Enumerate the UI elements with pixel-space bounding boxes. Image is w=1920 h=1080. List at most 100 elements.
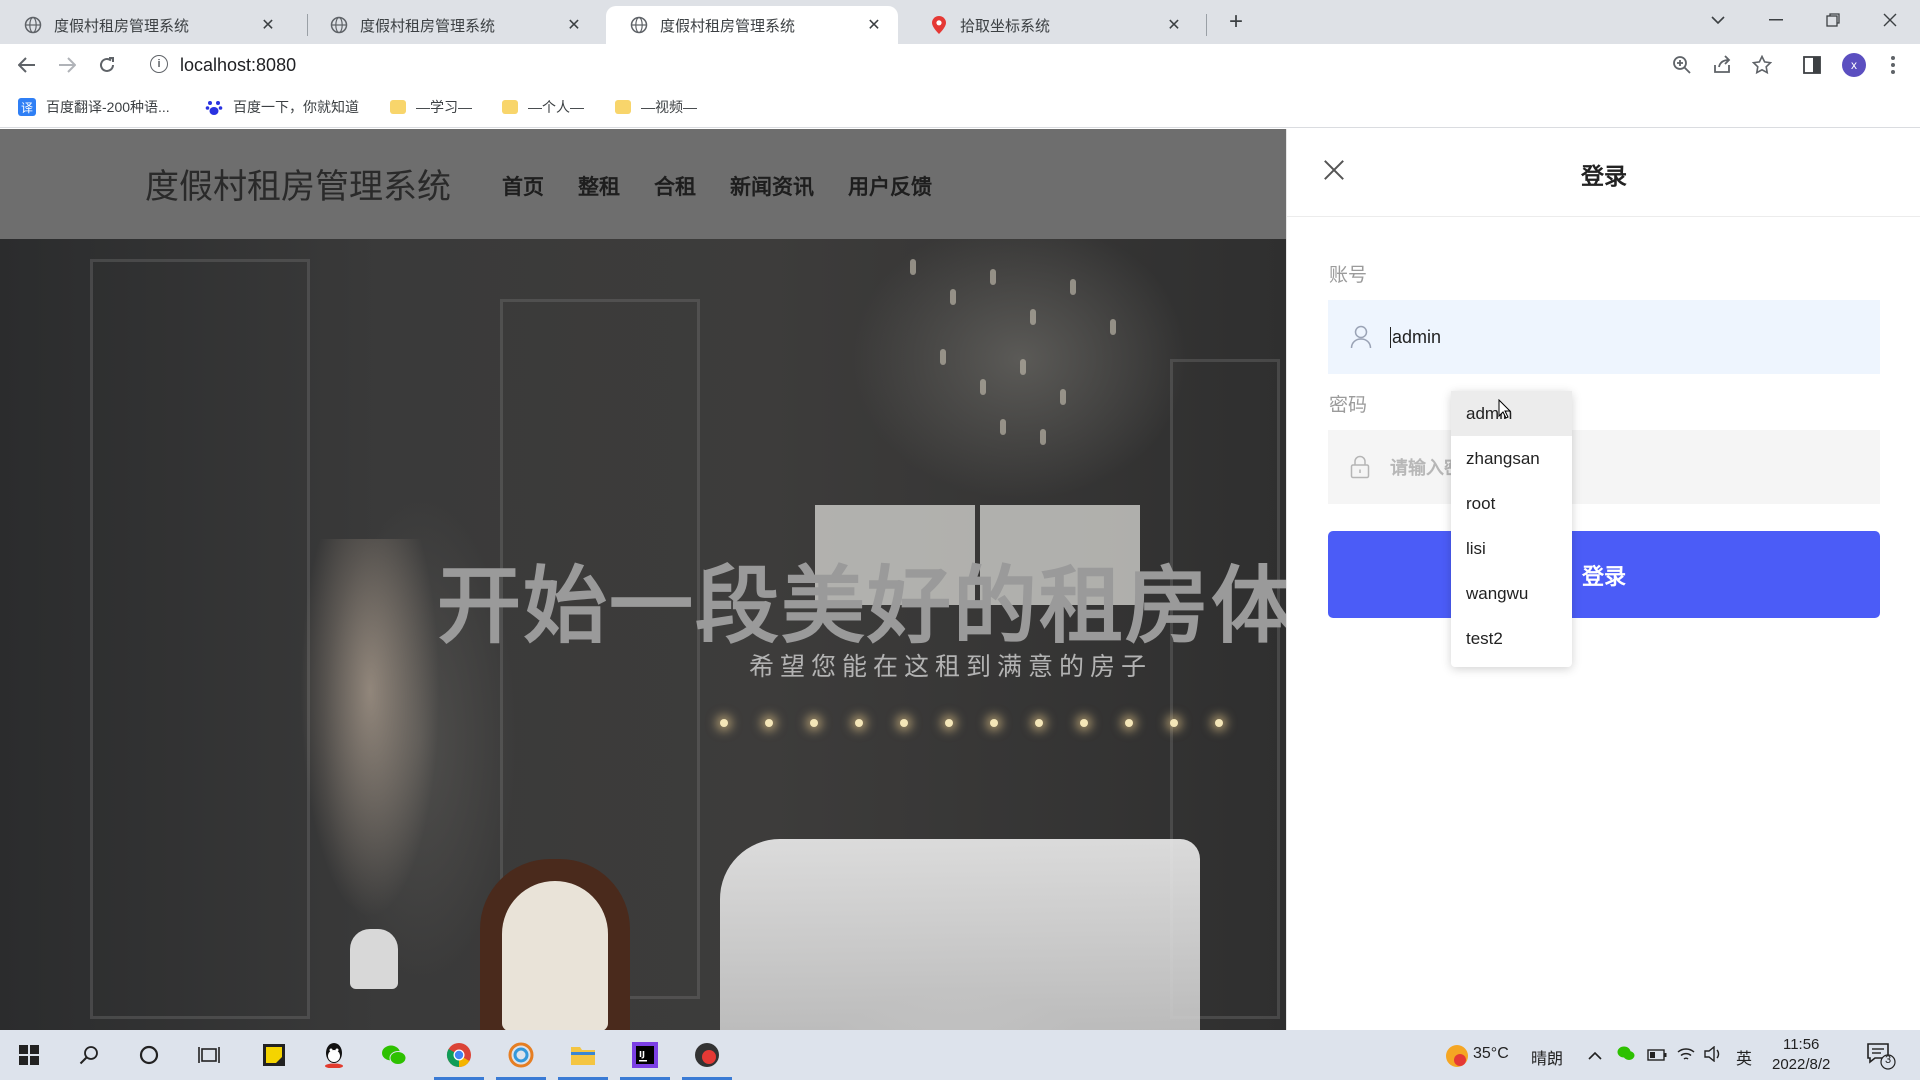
- weather-temp[interactable]: 35°C: [1473, 1045, 1509, 1063]
- folder-icon: [615, 100, 631, 114]
- system-clock[interactable]: 11:56 2022/8/2: [1772, 1035, 1830, 1075]
- tab-title: 度假村租房管理系统: [54, 17, 190, 35]
- mouse-cursor-icon: [1498, 398, 1512, 419]
- ime-indicator[interactable]: 英: [1736, 1045, 1752, 1069]
- task-view-icon[interactable]: [180, 1030, 238, 1080]
- password-input[interactable]: 请输入密: [1328, 430, 1880, 504]
- file-explorer-icon[interactable]: [554, 1030, 612, 1080]
- autocomplete-option[interactable]: test2: [1451, 616, 1572, 661]
- bookmark-label: —视频—: [641, 99, 697, 115]
- chevron-up-icon[interactable]: [1588, 1047, 1602, 1065]
- nav-home[interactable]: 首页: [502, 171, 544, 201]
- qq-icon[interactable]: [305, 1030, 363, 1080]
- search-icon[interactable]: [60, 1030, 118, 1080]
- clock-date: 2022/8/2: [1772, 1056, 1831, 1073]
- zoom-icon[interactable]: [1669, 52, 1695, 78]
- nav-shared-rent[interactable]: 合租: [654, 171, 696, 201]
- bookmark-folder-video[interactable]: —视频—: [615, 96, 697, 118]
- decor-sofa: [720, 839, 1200, 1030]
- user-icon: [1350, 325, 1372, 349]
- sticky-notes-icon[interactable]: [245, 1030, 303, 1080]
- autocomplete-option[interactable]: lisi: [1451, 526, 1572, 571]
- page-viewport: 度假村租房管理系统 首页 整租 合租 新闻资讯 用户反馈 开始一段美好的租房体 …: [0, 129, 1920, 1030]
- weather-text[interactable]: 晴朗: [1531, 1045, 1563, 1069]
- browser-tab-4[interactable]: 拾取坐标系统 ✕: [906, 6, 1198, 44]
- reload-button[interactable]: [92, 50, 122, 80]
- browser-tab-1[interactable]: 度假村租房管理系统 ✕: [0, 6, 292, 44]
- cortana-icon[interactable]: [120, 1030, 178, 1080]
- autocomplete-option[interactable]: wangwu: [1451, 571, 1572, 616]
- volume-icon[interactable]: [1704, 1045, 1722, 1067]
- address-bar[interactable]: i localhost:8080: [140, 47, 1680, 83]
- bookmark-label: —个人—: [528, 99, 584, 115]
- browser-toolbar: i localhost:8080 x: [0, 44, 1920, 86]
- profile-avatar[interactable]: x: [1842, 53, 1866, 77]
- chrome-icon[interactable]: [430, 1030, 488, 1080]
- decor-chair: [480, 859, 630, 1030]
- close-icon[interactable]: ✕: [564, 15, 584, 35]
- new-tab-button[interactable]: +: [1222, 8, 1250, 36]
- browser-app-icon[interactable]: [492, 1030, 550, 1080]
- nav-news[interactable]: 新闻资讯: [730, 171, 814, 201]
- globe-icon: [330, 16, 348, 34]
- forward-button[interactable]: [52, 50, 82, 80]
- browser-tab-2[interactable]: 度假村租房管理系统 ✕: [306, 6, 598, 44]
- reload-icon: [100, 57, 114, 72]
- browser-tab-3-active[interactable]: 度假村租房管理系统 ✕: [606, 6, 898, 44]
- tab-search-chevron-icon[interactable]: [1690, 0, 1746, 40]
- decor-lamp: [350, 929, 398, 989]
- wifi-icon[interactable]: [1677, 1046, 1695, 1067]
- weather-icon[interactable]: [1444, 1043, 1470, 1074]
- restore-button[interactable]: [1805, 0, 1861, 40]
- lock-icon: [1350, 455, 1372, 479]
- screen-recorder-icon[interactable]: [678, 1030, 736, 1080]
- nav-whole-rent[interactable]: 整租: [578, 171, 620, 201]
- more-menu-icon[interactable]: [1880, 52, 1906, 78]
- main-nav: 首页 整租 合租 新闻资讯 用户反馈: [502, 171, 932, 201]
- tab-title: 拾取坐标系统: [960, 17, 1051, 35]
- login-button[interactable]: 登录: [1328, 531, 1880, 618]
- nav-feedback[interactable]: 用户反馈: [848, 171, 932, 201]
- autocomplete-option[interactable]: root: [1451, 481, 1572, 526]
- bookmark-star-icon[interactable]: [1749, 52, 1775, 78]
- autocomplete-dropdown: admin zhangsan root lisi wangwu test2: [1451, 391, 1572, 667]
- bookmarks-bar: 译 百度翻译-200种语... 百度一下，你就知道 —学习— —个人— —视频—: [0, 86, 1920, 128]
- window-close-button[interactable]: [1862, 0, 1918, 40]
- bookmark-folder-personal[interactable]: —个人—: [502, 96, 584, 118]
- intellij-icon[interactable]: IJ: [616, 1030, 674, 1080]
- share-icon[interactable]: [1709, 52, 1735, 78]
- hero-subtitle: 希望您能在这租到满意的房子: [749, 653, 1153, 681]
- url-text: localhost:8080: [180, 54, 297, 75]
- site-logo[interactable]: 度假村租房管理系统: [145, 159, 451, 208]
- wechat-icon[interactable]: [365, 1030, 423, 1080]
- side-panel-icon[interactable]: [1799, 52, 1825, 78]
- battery-icon[interactable]: [1647, 1048, 1667, 1066]
- string-lights: [720, 719, 1240, 727]
- globe-icon: [24, 16, 42, 34]
- folder-icon: [390, 100, 406, 114]
- baidu-paw-icon: [205, 98, 223, 116]
- wechat-tray-icon[interactable]: [1617, 1045, 1635, 1066]
- back-button[interactable]: [12, 50, 42, 80]
- translate-icon: 译: [18, 98, 36, 116]
- bookmark-folder-study[interactable]: —学习—: [390, 96, 472, 118]
- bookmark-baidu[interactable]: 百度一下，你就知道: [205, 96, 359, 118]
- minimize-button[interactable]: [1748, 0, 1804, 40]
- bookmark-label: 百度翻译-200种语...: [46, 99, 170, 115]
- account-input[interactable]: admin: [1328, 300, 1880, 374]
- close-icon[interactable]: ✕: [1164, 15, 1184, 35]
- hero-banner: 开始一段美好的租房体 希望您能在这租到满意的房子: [0, 239, 1286, 1030]
- map-pin-icon: [930, 16, 948, 34]
- close-icon[interactable]: ✕: [258, 15, 278, 35]
- close-icon[interactable]: ✕: [864, 15, 884, 35]
- site-info-icon[interactable]: i: [150, 55, 168, 73]
- arrow-left-icon: [18, 57, 35, 73]
- bookmark-baidu-translate[interactable]: 译 百度翻译-200种语...: [18, 96, 170, 118]
- autocomplete-option[interactable]: zhangsan: [1451, 436, 1572, 481]
- tab-title: 度假村租房管理系统: [360, 17, 496, 35]
- bookmark-label: 百度一下，你就知道: [233, 99, 359, 115]
- notification-count: 3: [1884, 1054, 1892, 1066]
- account-label: 账号: [1329, 265, 1368, 286]
- notification-center-icon[interactable]: 3: [1866, 1042, 1896, 1075]
- windows-start-button[interactable]: [0, 1030, 58, 1080]
